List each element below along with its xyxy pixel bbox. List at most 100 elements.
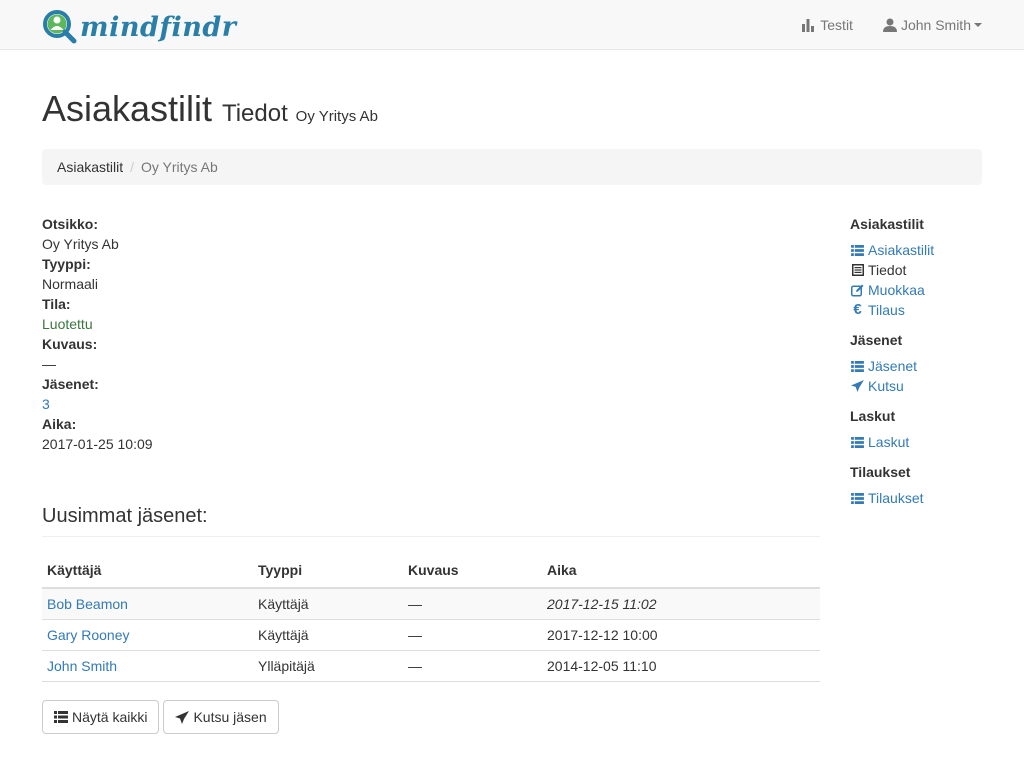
detail-label: Jäsenet: — [42, 376, 99, 392]
column-header-description: Kuvaus — [403, 553, 542, 589]
table-row: Bob Beamon Käyttäjä — 2017-12-15 11:02 — [42, 587, 820, 620]
sidebar: Asiakastilit Asiakastilit Tiedot Muokkaa… — [850, 214, 990, 518]
column-header-time: Aika — [542, 553, 820, 589]
member-type: Ylläpitäjä — [253, 650, 403, 682]
invite-member-button[interactable]: Kutsu jäsen — [163, 700, 279, 734]
member-time: 2017-12-12 10:00 — [542, 619, 820, 651]
show-all-button[interactable]: Näytä kaikki — [42, 700, 160, 734]
members-section-title: Uusimmat jäsenet: — [42, 505, 820, 537]
sidebar-item-label: Tiedot — [868, 262, 907, 278]
detail-description: Kuvaus: — — [42, 334, 442, 374]
table-header-row: Käyttäjä Tyyppi Kuvaus Aika — [42, 553, 820, 589]
sidebar-item-label: Muokkaa — [868, 282, 925, 298]
sidebar-item-label: Laskut — [868, 434, 910, 450]
sidebar-item-label: Kutsu — [868, 378, 904, 394]
sidebar-item-members[interactable]: Jäsenet — [850, 356, 990, 376]
detail-label: Otsikko: — [42, 216, 99, 232]
sidebar-heading: Tilaukset — [850, 464, 911, 480]
bar-chart-icon — [802, 18, 815, 32]
page-title-sub: Tiedot — [221, 100, 288, 127]
sidebar-item-invite[interactable]: Kutsu — [850, 376, 990, 396]
list-icon — [851, 436, 864, 448]
member-description: — — [403, 619, 542, 651]
breadcrumb-current: Oy Yritys Ab — [141, 159, 218, 175]
sidebar-heading: Laskut — [850, 408, 896, 424]
sidebar-item-details[interactable]: Tiedot — [850, 260, 990, 280]
status-value: Luotettu — [42, 316, 93, 332]
detail-label: Tila: — [42, 296, 71, 312]
sidebar-item-label: Asiakastilit — [868, 242, 935, 258]
user-menu-label: John Smith — [900, 17, 971, 33]
member-user-link[interactable]: John Smith — [47, 658, 117, 674]
detail-label: Tyyppi: — [42, 256, 91, 272]
page-title-account: Oy Yritys Ab — [295, 108, 378, 125]
sidebar-heading: Asiakastilit — [850, 216, 924, 232]
page-title-main: Asiakastilit — [42, 88, 213, 129]
column-header-type: Tyyppi — [253, 553, 403, 589]
member-time: 2014-12-05 11:10 — [542, 650, 820, 682]
search-person-icon — [43, 10, 77, 44]
invite-member-label: Kutsu jäsen — [193, 709, 267, 725]
nav-tests-label: Testit — [820, 17, 853, 33]
detail-value: Oy Yritys Ab — [42, 236, 119, 252]
nav-tests-link[interactable]: Testit — [802, 17, 853, 33]
detail-value: 2017-01-25 10:09 — [42, 436, 153, 452]
detail-status: Tila: Luotettu — [42, 294, 442, 334]
breadcrumb: Asiakastilit / Oy Yritys Ab — [42, 149, 982, 185]
edit-icon — [851, 284, 864, 296]
members-count-link[interactable]: 3 — [42, 396, 50, 412]
sidebar-item-orders[interactable]: Tilaukset — [850, 488, 990, 508]
member-description: — — [403, 587, 542, 620]
detail-label: Kuvaus: — [42, 336, 98, 352]
list-icon — [851, 244, 864, 256]
breadcrumb-separator: / — [130, 159, 135, 175]
detail-members: Jäsenet: 3 — [42, 374, 442, 414]
sidebar-item-label: Tilaus — [868, 302, 905, 318]
member-time: 2017-12-15 11:02 — [542, 587, 820, 620]
breadcrumb-root[interactable]: Asiakastilit — [57, 159, 123, 175]
sidebar-group-members: Jäsenet Jäsenet Kutsu — [850, 330, 990, 396]
members-table: Käyttäjä Tyyppi Kuvaus Aika Bob Beamon K… — [42, 553, 820, 682]
account-details: Otsikko: Oy Yritys Ab Tyyppi: Normaali T… — [42, 214, 442, 454]
member-actions: Näytä kaikki Kutsu jäsen — [42, 700, 283, 734]
member-type: Käyttäjä — [253, 587, 403, 620]
list-icon — [54, 711, 68, 723]
sidebar-item-accounts[interactable]: Asiakastilit — [850, 240, 990, 260]
detail-label: Aika: — [42, 416, 77, 432]
sidebar-group-accounts: Asiakastilit Asiakastilit Tiedot Muokkaa… — [850, 214, 990, 320]
sidebar-item-label: Tilaukset — [868, 490, 924, 506]
sidebar-item-subscription[interactable]: € Tilaus — [850, 300, 990, 320]
user-icon — [882, 18, 897, 32]
detail-title: Otsikko: Oy Yritys Ab — [42, 214, 442, 254]
sidebar-item-invoices[interactable]: Laskut — [850, 432, 990, 452]
top-navbar: mindfindr Testit John Smith — [0, 0, 1024, 50]
table-row: John Smith Ylläpitäjä — 2014-12-05 11:10 — [42, 650, 820, 682]
show-all-label: Näytä kaikki — [72, 709, 148, 725]
sidebar-group-orders: Tilaukset Tilaukset — [850, 462, 990, 508]
list-icon — [851, 360, 864, 372]
detail-value: — — [42, 356, 56, 372]
send-icon — [175, 710, 190, 724]
member-type: Käyttäjä — [253, 619, 403, 651]
sidebar-heading: Jäsenet — [850, 332, 903, 348]
detail-type: Tyyppi: Normaali — [42, 254, 442, 294]
user-menu-dropdown[interactable]: John Smith — [882, 17, 982, 33]
member-user-link[interactable]: Bob Beamon — [47, 596, 128, 612]
detail-time: Aika: 2017-01-25 10:09 — [42, 414, 442, 454]
caret-down-icon — [974, 23, 982, 27]
brand-logo[interactable]: mindfindr — [42, 9, 236, 45]
sidebar-item-edit[interactable]: Muokkaa — [850, 280, 990, 300]
sidebar-group-invoices: Laskut Laskut — [850, 406, 990, 452]
euro-icon: € — [853, 301, 862, 318]
column-header-user: Käyttäjä — [42, 553, 253, 589]
brand-name: mindfindr — [80, 11, 237, 43]
table-row: Gary Rooney Käyttäjä — 2017-12-12 10:00 — [42, 619, 820, 651]
details-icon — [851, 264, 864, 276]
member-user-link[interactable]: Gary Rooney — [47, 627, 129, 643]
list-icon — [851, 492, 864, 504]
member-description: — — [403, 650, 542, 682]
detail-value: Normaali — [42, 276, 99, 292]
page-title: Asiakastilit Tiedot Oy Yritys Ab — [42, 88, 378, 130]
send-icon — [851, 380, 864, 392]
sidebar-item-label: Jäsenet — [868, 358, 918, 374]
